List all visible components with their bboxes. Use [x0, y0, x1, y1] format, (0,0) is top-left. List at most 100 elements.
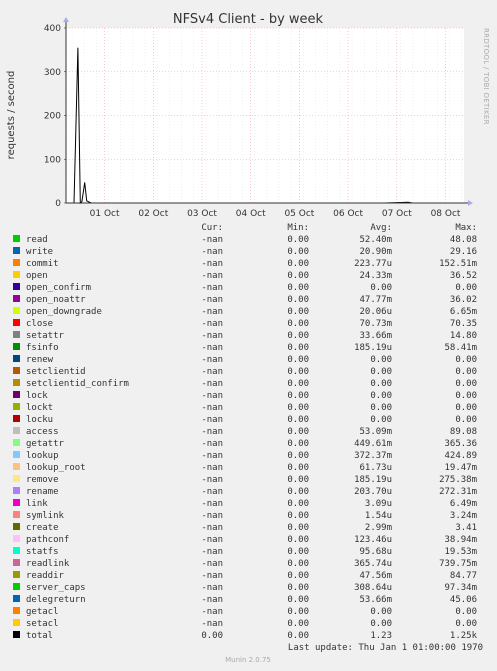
legend-max-value: 36.02 [450, 295, 477, 305]
legend-min-value: 0.00 [287, 367, 309, 377]
legend-cur-value: -nan [201, 247, 223, 257]
legend-cur-value: -nan [201, 331, 223, 341]
munin-graph: NFSv4 Client - by week RRDTOOL / TOBI OE… [0, 0, 497, 671]
legend-cur-value: -nan [201, 475, 223, 485]
legend-swatch [13, 415, 20, 422]
legend-min-value: 0.00 [287, 415, 309, 425]
legend-avg-value: 0.00 [370, 379, 392, 389]
legend-swatch [13, 595, 20, 602]
y-tick-label: 400 [44, 24, 61, 34]
legend-min-value: 0.00 [287, 595, 309, 605]
legend-swatch [13, 559, 20, 566]
legend-min-value: 0.00 [287, 583, 309, 593]
legend-swatch [13, 535, 20, 542]
legend-swatch [13, 259, 20, 266]
legend-swatch [13, 427, 20, 434]
legend-max-value: 70.35 [450, 319, 477, 329]
legend-max-value: 19.53m [444, 547, 477, 557]
legend-avg-value: 185.19u [354, 343, 392, 353]
legend-cur-value: -nan [201, 259, 223, 269]
y-tick-label: 100 [44, 155, 61, 165]
legend-min-value: 0.00 [287, 247, 309, 257]
legend-min-value: 0.00 [287, 307, 309, 317]
legend-series-name: statfs [26, 547, 59, 557]
legend-min-value: 0.00 [287, 511, 309, 521]
legend-series-name: create [26, 523, 59, 533]
legend-cur-value: -nan [201, 607, 223, 617]
legend-max-value: 275.38m [439, 475, 477, 485]
legend-cur-value: -nan [201, 571, 223, 581]
legend-swatch [13, 619, 20, 626]
legend-cur-value: -nan [201, 403, 223, 413]
legend-min-value: 0.00 [287, 451, 309, 461]
legend-avg-value: 185.19u [354, 475, 392, 485]
legend-min-value: 0.00 [287, 259, 309, 269]
legend-series-name: close [26, 319, 53, 329]
legend-max-value: 38.94m [444, 535, 477, 545]
legend-series-name: setclientid_confirm [26, 379, 129, 389]
legend-avg-value: 0.00 [370, 403, 392, 413]
legend-series-name: getacl [26, 607, 59, 617]
y-tick-label: 300 [44, 68, 61, 78]
legend-swatch [13, 463, 20, 470]
legend-avg-value: 123.46u [354, 535, 392, 545]
legend-max-value: 0.00 [455, 355, 477, 365]
legend-swatch [13, 331, 20, 338]
x-tick-label: 08 Oct [431, 209, 461, 219]
y-tick-label: 0 [55, 199, 61, 209]
legend-avg-value: 20.06u [359, 307, 392, 317]
legend-max-value: 0.00 [455, 379, 477, 389]
legend-series-name: setacl [26, 619, 59, 629]
rrdtool-credit: RRDTOOL / TOBI OETIKER [482, 28, 490, 125]
legend-max-value: 58.41m [444, 343, 477, 353]
legend-max-value: 272.31m [439, 487, 477, 497]
legend-avg-value: 33.66m [359, 331, 392, 341]
legend-cur-value: -nan [201, 295, 223, 305]
legend-swatch [13, 295, 20, 302]
legend-swatch [13, 343, 20, 350]
legend-series-name: rename [26, 487, 59, 497]
legend-min-value: 0.00 [287, 331, 309, 341]
legend-cur-value: -nan [201, 535, 223, 545]
legend-min-value: 0.00 [287, 571, 309, 581]
legend-min-value: 0.00 [287, 343, 309, 353]
legend-max-value: 0.00 [455, 415, 477, 425]
legend-max-value: 97.34m [444, 583, 477, 593]
legend-min-value: 0.00 [287, 391, 309, 401]
legend-avg-value: 70.73m [359, 319, 392, 329]
legend-series-name: commit [26, 259, 59, 269]
legend-avg-value: 24.33m [359, 271, 392, 281]
legend-swatch [13, 511, 20, 518]
legend-swatch [13, 355, 20, 362]
legend-cur-value: 0.00 [201, 631, 223, 641]
legend-swatch [13, 571, 20, 578]
legend-max-value: 19.47m [444, 463, 477, 473]
legend-max-value: 0.00 [455, 391, 477, 401]
x-tick-label: 05 Oct [284, 209, 314, 219]
legend-cur-value: -nan [201, 595, 223, 605]
legend-series-name: lookup_root [26, 463, 86, 473]
legend-min-value: 0.00 [287, 523, 309, 533]
legend-swatch [13, 439, 20, 446]
legend-swatch [13, 283, 20, 290]
legend-series-name: lookup [26, 451, 59, 461]
legend-series-name: readdir [26, 571, 65, 581]
legend-max-value: 14.80 [450, 331, 477, 341]
legend-series-name: open_noattr [26, 295, 86, 305]
legend-avg-value: 0.00 [370, 607, 392, 617]
legend-swatch [13, 319, 20, 326]
legend-series-name: open_confirm [26, 283, 91, 293]
legend-series-name: open [26, 271, 48, 281]
legend-max-value: 365.36 [444, 439, 477, 449]
legend-series-name: setclientid [26, 367, 86, 377]
legend-swatch [13, 475, 20, 482]
legend-series-name: renew [26, 355, 54, 365]
munin-version: Munin 2.0.75 [225, 656, 271, 664]
legend-series-name: server_caps [26, 583, 86, 593]
legend-cur-value: -nan [201, 367, 223, 377]
legend-min-value: 0.00 [287, 631, 309, 641]
legend-avg-value: 0.00 [370, 415, 392, 425]
legend-cur-value: -nan [201, 511, 223, 521]
legend-cur-value: -nan [201, 559, 223, 569]
legend-avg-value: 47.77m [359, 295, 392, 305]
